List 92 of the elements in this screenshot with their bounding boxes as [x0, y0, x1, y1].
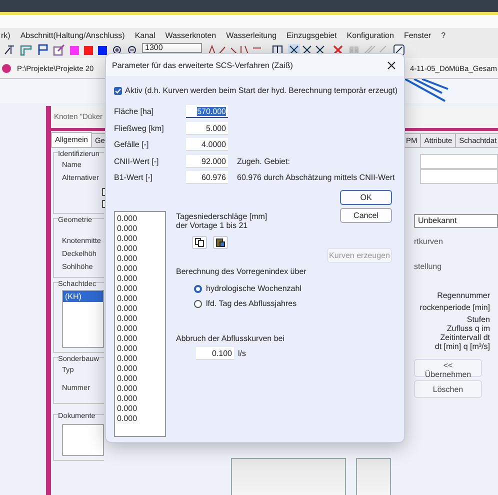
list-item[interactable]: 0.000	[117, 214, 165, 224]
list-item[interactable]: 0.000	[117, 254, 165, 264]
list-item[interactable]: 0.000	[117, 274, 165, 284]
field-label: Gefälle [-]	[114, 140, 150, 149]
menu-item[interactable]: Fenster	[404, 30, 432, 40]
edit-icon[interactable]	[393, 44, 405, 56]
list-item[interactable]: 0.000	[117, 414, 165, 424]
unit-label: l/s	[238, 349, 246, 358]
field-label: Stufen	[466, 315, 491, 324]
color-swatch[interactable]	[70, 46, 79, 54]
list-item[interactable]: 0.000	[117, 314, 165, 324]
field-label: dt [min] q [m³/s]	[434, 342, 491, 351]
close-icon[interactable]	[387, 60, 396, 70]
list-item[interactable]: 0.000	[117, 244, 165, 254]
color-swatch[interactable]	[84, 46, 93, 54]
menu-item[interactable]: Wasserknoten	[165, 30, 216, 40]
field-label: Regennummer	[436, 291, 491, 300]
input-field[interactable]: 570.000	[186, 105, 228, 118]
dialog-title: Parameter für das erweiterte SCS-Verfahren (Zaiß)	[112, 60, 293, 70]
field-label: Fläche [ha]	[114, 107, 155, 116]
zoom-combo[interactable]: 1300	[142, 43, 202, 53]
list-item[interactable]: 0.000	[117, 264, 165, 274]
index-label: Berechnung des Vorregenindex über	[176, 267, 308, 276]
field-label: Zufluss q im	[446, 324, 491, 333]
color-swatch[interactable]	[98, 46, 107, 54]
estimate-note: 60.976 durch Abschätzung mittels CNII-Wert	[236, 173, 396, 182]
input-field[interactable]	[420, 169, 498, 184]
copy-icon	[195, 238, 204, 247]
field-label: rockenperiode [min]	[418, 303, 491, 312]
radio-label: lfd. Tag des Abflussjahres	[206, 299, 297, 308]
clipboard-icon	[216, 238, 225, 247]
delete-icon[interactable]	[333, 45, 343, 55]
input-field[interactable]: 92.000	[186, 154, 228, 168]
list-item[interactable]: 0.000	[117, 284, 165, 294]
generate-button: Kurven erzeugen	[327, 248, 392, 263]
checkbox-label: Aktiv (d.h. Kurven werden beim Start der hyd. Berechnung temporär erzeugt)	[125, 86, 398, 95]
list-item[interactable]: 0.000	[117, 374, 165, 384]
menu-item[interactable]: rk)	[1, 30, 10, 40]
list-item[interactable]: 0.000	[117, 364, 165, 374]
area-label: Zugeh. Gebiet:	[236, 156, 291, 166]
pencil-icon[interactable]	[53, 44, 65, 56]
zoom-out-icon[interactable]	[127, 45, 137, 55]
ruler-icon[interactable]	[20, 44, 32, 56]
list-item[interactable]: (KH)	[63, 291, 103, 302]
list-item[interactable]: 0.000	[117, 234, 165, 244]
list-item[interactable]: 0.000	[117, 304, 165, 314]
menu-item[interactable]: Einzugsgebiet	[286, 30, 337, 40]
list-item[interactable]: 0.000	[117, 324, 165, 334]
list-item[interactable]: 0.000	[117, 384, 165, 394]
paste-button[interactable]	[213, 236, 228, 249]
field-label: Zeitintervall dt	[439, 333, 491, 342]
rainfall-label: Tagesniederschläge [mm]	[176, 212, 268, 221]
flag-icon[interactable]	[37, 44, 48, 56]
cutoff-label: Abbruch der Abflusskurven bei	[176, 334, 286, 343]
apply-button[interactable]: << Übernehmen	[414, 359, 482, 377]
list-item[interactable]: 0.000	[117, 344, 165, 354]
input-field[interactable]: 5.000	[186, 122, 228, 134]
section-title: rtkurven	[414, 237, 444, 246]
list-item[interactable]: 0.000	[117, 404, 165, 414]
zoom-in-icon[interactable]	[112, 45, 122, 55]
field-label: B1-Wert [-]	[114, 173, 154, 182]
input-field[interactable]: 4.0000	[186, 138, 228, 151]
list-item[interactable]: 0.000	[117, 224, 165, 234]
checkbox[interactable]	[114, 86, 122, 94]
menu-item[interactable]: Kanal	[134, 30, 156, 40]
input-field[interactable]: 60.976	[186, 171, 228, 184]
documents-list[interactable]	[62, 424, 104, 456]
type-dropdown[interactable]: Unbekannt	[414, 214, 498, 228]
radio-button[interactable]	[194, 284, 202, 292]
menu-item[interactable]: Wasserleitung	[226, 30, 277, 40]
rainfall-list[interactable]: 0.000 0.000 0.000 0.000 0.000 0.000 0.000 0.000 0.000 0.000 0.000 0.000 0.000 0.000 0.000 0.000 0.000 0.000 0.000 0.000 0.000	[114, 211, 166, 437]
field-label: CNII-Wert [-]	[114, 156, 160, 166]
list-item[interactable]: 0.000	[117, 354, 165, 364]
radio-button[interactable]	[194, 300, 202, 308]
menu-item[interactable]: ?	[441, 30, 446, 40]
copy-button[interactable]	[192, 236, 207, 249]
text-tool-icon[interactable]	[3, 44, 15, 56]
radio-label: hydrologische Wochenzahl	[206, 284, 302, 293]
delete-button[interactable]: Löschen	[414, 380, 482, 398]
menu-item[interactable]: Abschnitt(Haltung/Anschluss)	[20, 30, 125, 40]
menu-item[interactable]: Konfiguration	[346, 30, 394, 40]
shaft-list[interactable]: (KH)	[62, 290, 104, 348]
section-title: stellung	[414, 262, 443, 271]
list-item[interactable]: 0.000	[117, 334, 165, 344]
rainfall-label: der Vortage 1 bis 21	[176, 221, 249, 230]
ok-button[interactable]: OK	[340, 190, 392, 205]
list-item[interactable]: 0.000	[117, 294, 165, 304]
status-dot	[2, 64, 11, 72]
list-item[interactable]: 0.000	[117, 394, 165, 404]
cancel-button[interactable]: Cancel	[340, 208, 392, 223]
input-field[interactable]	[420, 154, 498, 169]
input-field[interactable]: 0.100	[196, 347, 234, 360]
